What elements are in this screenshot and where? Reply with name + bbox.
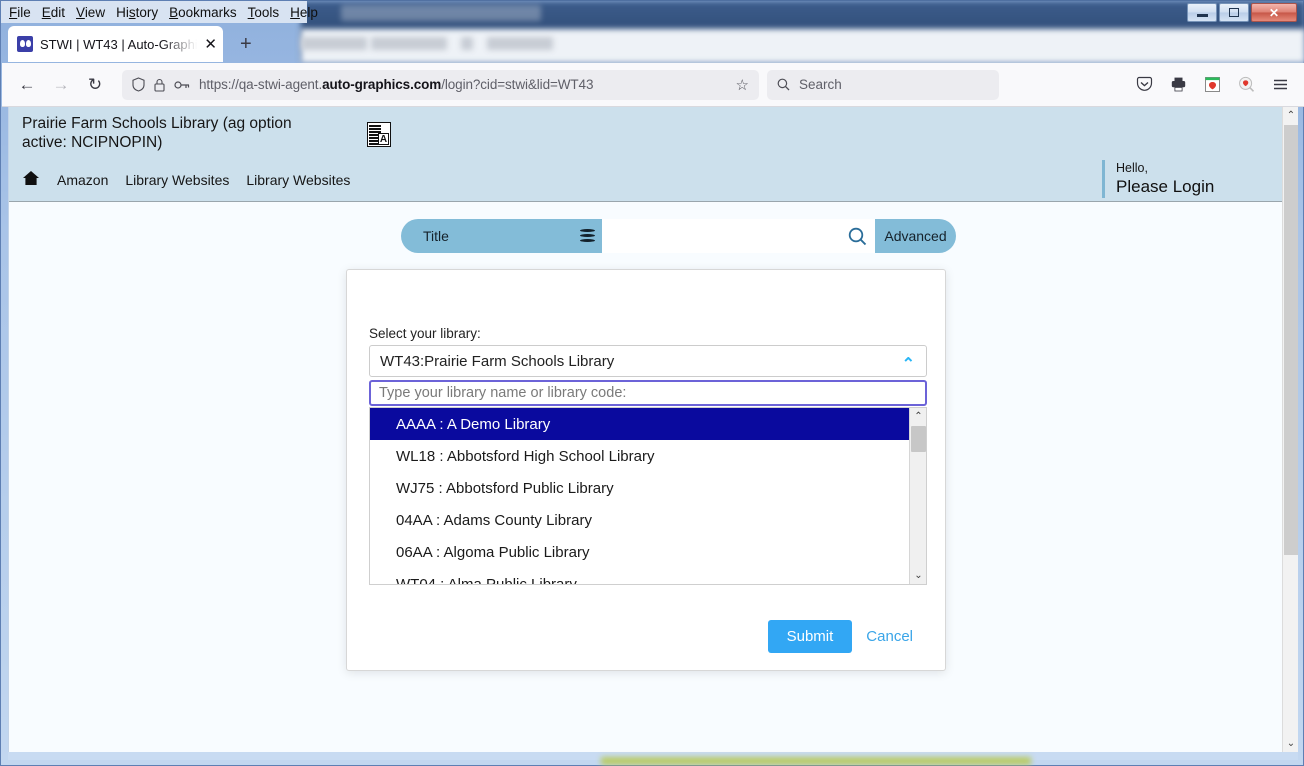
background-taskbar-peek bbox=[601, 757, 1031, 765]
library-select-value: WT43:Prairie Farm Schools Library bbox=[380, 352, 615, 370]
list-item[interactable]: 06AA : Algoma Public Library bbox=[370, 536, 909, 568]
maximize-button[interactable] bbox=[1219, 3, 1249, 22]
toolbar-actions bbox=[1128, 69, 1296, 101]
page-scroll-down-icon[interactable]: ⌄ bbox=[1283, 735, 1298, 752]
browser-menubar: File Edit View History Bookmarks Tools H… bbox=[1, 1, 318, 23]
list-item[interactable]: WJ75 : Abbotsford Public Library bbox=[370, 472, 909, 504]
new-tab-button[interactable]: + bbox=[240, 34, 252, 54]
menu-bookmarks[interactable]: Bookmarks bbox=[169, 5, 237, 20]
menu-tools[interactable]: Tools bbox=[248, 5, 280, 20]
extension-icon[interactable] bbox=[1196, 69, 1228, 101]
quick-link-amazon[interactable]: Amazon bbox=[57, 172, 108, 188]
login-link[interactable]: Please Login bbox=[1116, 176, 1214, 198]
background-toolbar-item bbox=[371, 37, 447, 50]
addon-search-icon[interactable] bbox=[1230, 69, 1262, 101]
menu-file[interactable]: File bbox=[9, 5, 31, 20]
lock-icon[interactable] bbox=[154, 78, 165, 92]
minimize-button[interactable] bbox=[1187, 3, 1217, 22]
tab-close-icon[interactable]: ✕ bbox=[204, 37, 217, 52]
tab-strip: STWI | WT43 | Auto-Graphics Inc ✕ + bbox=[1, 23, 301, 63]
translate-letter: A bbox=[378, 133, 389, 145]
browser-tab[interactable]: STWI | WT43 | Auto-Graphics Inc ✕ bbox=[8, 26, 223, 62]
library-filter-input[interactable]: Type your library name or library code: bbox=[369, 380, 927, 406]
library-filter-placeholder: Type your library name or library code: bbox=[379, 385, 627, 401]
account-greeting: Hello, bbox=[1116, 161, 1148, 175]
menu-view[interactable]: View bbox=[76, 5, 105, 20]
quick-link-library-websites-1[interactable]: Library Websites bbox=[125, 172, 229, 188]
menu-history[interactable]: History bbox=[116, 5, 158, 20]
search-scope-value: Title bbox=[423, 228, 449, 244]
library-select[interactable]: WT43:Prairie Farm Schools Library ⌃ bbox=[369, 345, 927, 377]
minimize-icon bbox=[1196, 14, 1208, 17]
shield-icon[interactable] bbox=[132, 77, 145, 92]
advanced-search-button[interactable]: Advanced bbox=[875, 219, 956, 253]
search-icon bbox=[777, 78, 790, 91]
listbox-scrollbar[interactable]: ⌃ ⌄ bbox=[909, 408, 926, 584]
key-icon[interactable] bbox=[174, 79, 190, 91]
search-scope-select[interactable]: Title ⌄ bbox=[401, 219, 597, 253]
background-toolbar-item bbox=[461, 37, 473, 50]
select-library-dialog: Select your library: WT43:Prairie Farm S… bbox=[346, 269, 946, 671]
url-bar[interactable]: https://qa-stwi-agent.auto-graphics.com/… bbox=[122, 69, 759, 100]
library-options: AAAA : A Demo Library WL18 : Abbotsford … bbox=[370, 408, 909, 584]
search-submit-icon[interactable] bbox=[839, 219, 875, 253]
close-button[interactable]: ✕ bbox=[1251, 3, 1297, 22]
submit-button[interactable]: Submit bbox=[767, 620, 853, 653]
page-scrollbar-thumb[interactable] bbox=[1284, 125, 1298, 555]
close-icon: ✕ bbox=[1268, 5, 1280, 20]
cancel-button[interactable]: Cancel bbox=[866, 628, 913, 645]
menu-edit[interactable]: Edit bbox=[42, 5, 65, 20]
browser-window: File Edit View History Bookmarks Tools H… bbox=[0, 0, 1304, 766]
search-input[interactable] bbox=[602, 219, 839, 253]
scroll-down-icon[interactable]: ⌄ bbox=[910, 567, 926, 584]
browser-navbar: ← → ↻ https://qa-stwi-agent.auto-graphic… bbox=[2, 63, 1304, 107]
list-item[interactable]: AAAA : A Demo Library bbox=[370, 408, 909, 440]
page-scroll-up-icon[interactable]: ⌃ bbox=[1283, 107, 1298, 124]
stwi-favicon-icon bbox=[17, 36, 33, 52]
browser-search-placeholder: Search bbox=[799, 77, 842, 92]
background-window-title bbox=[341, 5, 541, 21]
home-icon[interactable] bbox=[22, 170, 40, 189]
browser-search-bar[interactable]: Search bbox=[767, 69, 999, 100]
pocket-icon[interactable] bbox=[1128, 69, 1160, 101]
chevron-up-icon: ⌃ bbox=[901, 356, 915, 373]
page-viewport: Prairie Farm Schools Library (ag option … bbox=[8, 107, 1298, 752]
select-library-label: Select your library: bbox=[369, 326, 481, 341]
print-icon[interactable] bbox=[1162, 69, 1194, 101]
list-item[interactable]: WT04 : Alma Public Library bbox=[370, 568, 909, 585]
page-title: Prairie Farm Schools Library (ag option … bbox=[22, 115, 292, 151]
list-item[interactable]: 04AA : Adams County Library bbox=[370, 504, 909, 536]
quick-link-library-websites-2[interactable]: Library Websites bbox=[246, 172, 350, 188]
menu-icon[interactable] bbox=[1264, 69, 1296, 101]
forward-icon[interactable]: → bbox=[44, 68, 78, 102]
background-toolbar-item bbox=[301, 37, 367, 50]
maximize-icon bbox=[1229, 8, 1239, 17]
page-scrollbar[interactable]: ⌃ ⌄ bbox=[1282, 107, 1298, 752]
translate-icon[interactable]: A bbox=[367, 122, 391, 147]
database-glyph bbox=[579, 228, 595, 244]
menu-help[interactable]: Help bbox=[290, 5, 318, 20]
database-icon[interactable] bbox=[572, 219, 602, 253]
list-item[interactable]: WL18 : Abbotsford High School Library bbox=[370, 440, 909, 472]
site-header: Prairie Farm Schools Library (ag option … bbox=[9, 107, 1283, 253]
window-controls: ✕ bbox=[1187, 3, 1297, 22]
back-icon[interactable]: ← bbox=[10, 68, 44, 102]
background-window-toolbar bbox=[301, 29, 1304, 63]
scroll-up-icon[interactable]: ⌃ bbox=[910, 408, 926, 425]
quick-links: Amazon Library Websites Library Websites bbox=[22, 170, 350, 189]
background-toolbar-item bbox=[487, 37, 553, 50]
scrollbar-thumb[interactable] bbox=[911, 426, 926, 452]
reload-icon[interactable]: ↻ bbox=[78, 68, 112, 102]
dialog-actions: Submit Cancel bbox=[767, 620, 913, 653]
bookmark-star-icon[interactable]: ☆ bbox=[736, 76, 749, 94]
tab-title: STWI | WT43 | Auto-Graphics Inc bbox=[40, 36, 198, 52]
url-text: https://qa-stwi-agent.auto-graphics.com/… bbox=[199, 77, 594, 92]
account-block: Hello, Please Login bbox=[1102, 160, 1214, 198]
library-options-listbox[interactable]: AAAA : A Demo Library WL18 : Abbotsford … bbox=[369, 407, 927, 585]
